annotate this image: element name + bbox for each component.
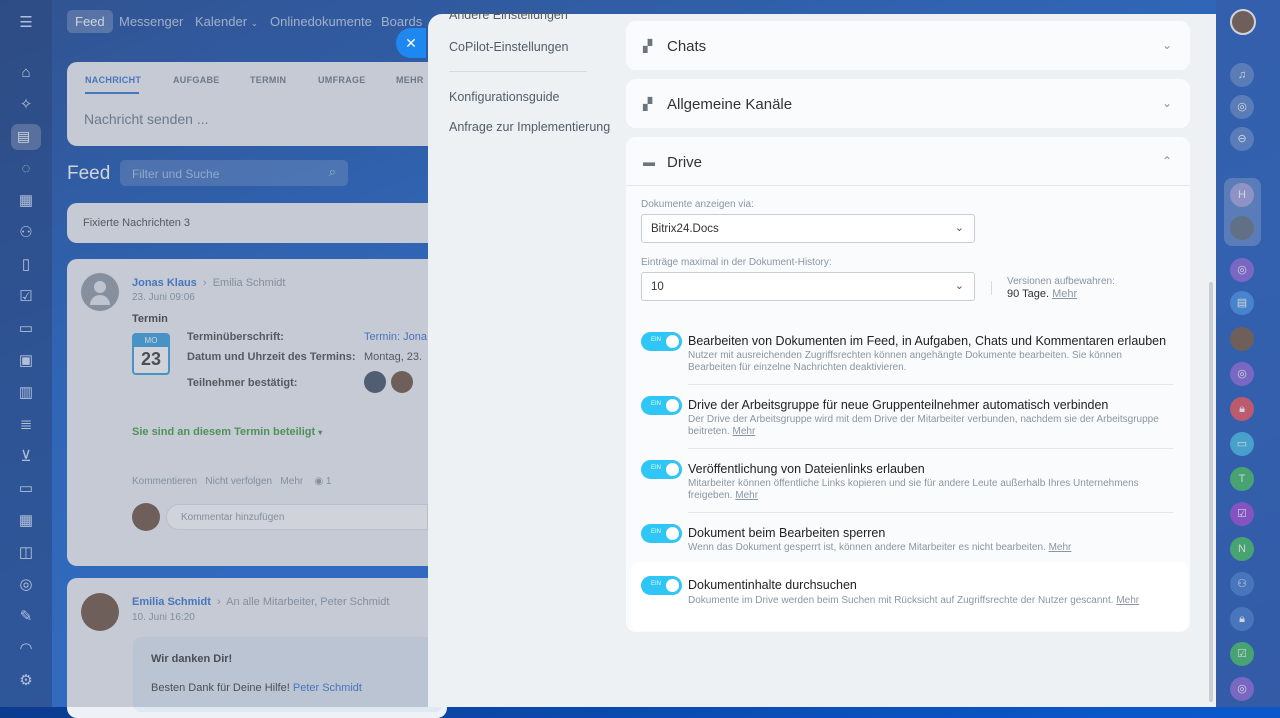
option-desc: Nutzer mit ausreichenden Zugriffsrechten… xyxy=(688,350,1122,373)
more-link[interactable]: Mehr xyxy=(1116,595,1139,606)
docs-via-value: Bitrix24.Docs xyxy=(651,223,719,235)
option-desc: Wenn das Dokument gesperrt ist, können a… xyxy=(688,542,1072,553)
channel-icon: ▞ xyxy=(643,97,653,111)
more-link[interactable]: Mehr xyxy=(732,426,755,437)
menu-divider xyxy=(449,71,587,72)
section-channels-title[interactable]: Allgemeine Kanäle xyxy=(667,96,792,113)
chat-icon: ▞ xyxy=(643,39,653,53)
section-drive-title[interactable]: Drive xyxy=(667,154,702,171)
option-title: Bearbeiten von Dokumenten im Feed, in Au… xyxy=(688,334,1167,348)
history-label: Einträge maximal in der Dokument-History… xyxy=(641,257,832,268)
option-title: Veröffentlichung von Dateienlinks erlaub… xyxy=(688,462,925,476)
close-icon[interactable]: ✕ xyxy=(396,28,426,58)
option-divider xyxy=(688,448,1174,449)
section-divider xyxy=(626,185,1190,186)
option-desc: Der Drive der Arbeitsgruppe wird mit dem… xyxy=(688,414,1159,437)
option-divider xyxy=(688,512,1174,513)
option-desc: Mitarbeiter können öffentliche Links kop… xyxy=(688,478,1139,501)
option-divider xyxy=(688,384,1174,385)
history-value: 10 xyxy=(651,281,664,293)
menu-other-settings[interactable]: Andere Einstellungen xyxy=(449,8,568,22)
more-link[interactable]: Mehr xyxy=(1049,542,1072,553)
toggle-public-links[interactable]: EIN xyxy=(641,460,682,479)
option-title: Dokumentinhalte durchsuchen xyxy=(688,578,857,592)
toggle-search-content[interactable]: EIN xyxy=(641,576,682,595)
divider xyxy=(991,281,992,295)
keep-versions-label: Versionen aufbewahren: xyxy=(1007,276,1115,287)
chevron-up-icon[interactable]: ⌃ xyxy=(1162,154,1172,168)
option-title: Dokument beim Bearbeiten sperren xyxy=(688,526,886,540)
chevron-down-icon[interactable]: ⌄ xyxy=(1162,96,1172,110)
chevron-down-icon: ⌄ xyxy=(954,280,964,292)
drive-icon: ▬ xyxy=(643,155,655,169)
more-link[interactable]: Mehr xyxy=(1052,288,1077,300)
menu-copilot-settings[interactable]: CoPilot-Einstellungen xyxy=(449,40,569,54)
menu-config-guide[interactable]: Konfigurationsguide xyxy=(449,90,560,104)
chevron-down-icon: ⌄ xyxy=(954,222,964,234)
toggle-lock-documents[interactable]: EIN xyxy=(641,524,682,543)
toggle-group-drive[interactable]: EIN xyxy=(641,396,682,415)
docs-via-select[interactable]: Bitrix24.Docs ⌄ xyxy=(641,214,975,243)
toggle-edit-documents[interactable]: EIN xyxy=(641,332,682,351)
panel-scrollbar[interactable] xyxy=(1209,282,1213,702)
history-select[interactable]: 10 ⌄ xyxy=(641,272,975,301)
option-title: Drive der Arbeitsgruppe für neue Gruppen… xyxy=(688,398,1109,412)
more-link[interactable]: Mehr xyxy=(735,490,758,501)
chevron-down-icon[interactable]: ⌄ xyxy=(1162,38,1172,52)
docs-via-label: Dokumente anzeigen via: xyxy=(641,199,754,210)
section-chats-title[interactable]: Chats xyxy=(667,38,706,55)
option-desc: Dokumente im Drive werden beim Suchen mi… xyxy=(688,595,1140,606)
keep-versions-value: 90 Tage. Mehr xyxy=(1007,288,1078,300)
section-chats[interactable] xyxy=(626,21,1190,70)
menu-implementation-request[interactable]: Anfrage zur Implementierung xyxy=(449,120,610,134)
